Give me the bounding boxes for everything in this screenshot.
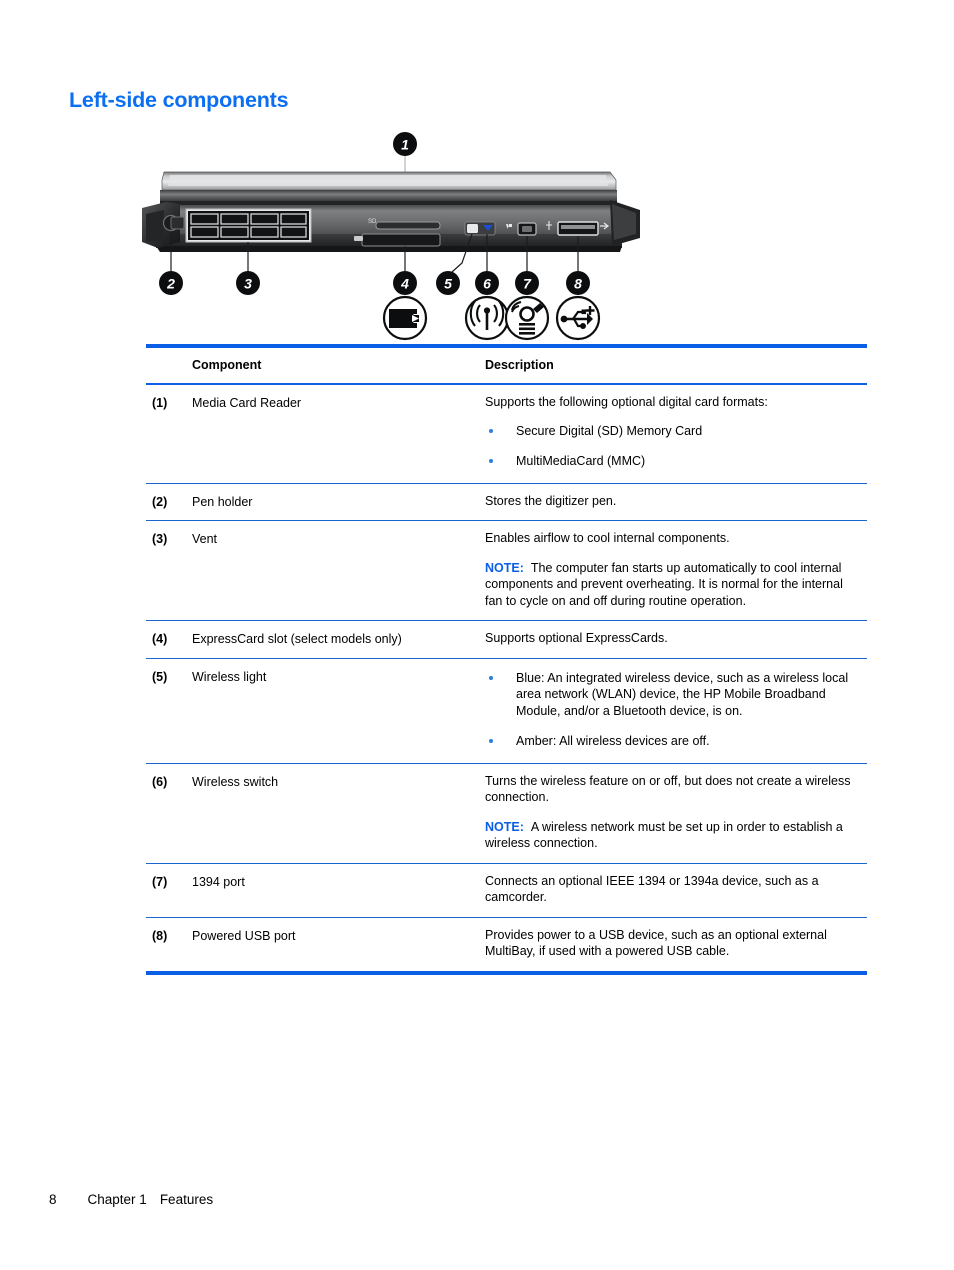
bullet-icon xyxy=(489,675,493,680)
list-item-text: MultiMediaCard (MMC) xyxy=(516,454,646,468)
table-row: (1) Media Card Reader Supports the follo… xyxy=(146,385,867,483)
bullet-icon xyxy=(489,428,493,433)
page-footer: 8 Chapter 1 Features xyxy=(49,1192,213,1207)
row-component-name: Wireless switch xyxy=(192,774,279,789)
desc-lead: Supports the following optional digital … xyxy=(485,395,768,409)
row-component-name: Vent xyxy=(192,532,218,546)
table-row: (5) Wireless light Blue: An integrated w… xyxy=(146,659,867,763)
table-row: (7) 1394 port Connects an optional IEEE … xyxy=(146,864,867,917)
powered-usb-icon xyxy=(555,295,601,341)
list-item: Secure Digital (SD) Memory Card xyxy=(485,423,861,440)
desc-note: NOTE: The computer fan starts up automati… xyxy=(485,560,861,610)
svg-text:5: 5 xyxy=(444,276,452,292)
left-side-components-diagram: SD 1 2 3 4 5 6 7 8 xyxy=(140,130,650,350)
svg-text:7: 7 xyxy=(523,276,532,292)
expresscard-icon xyxy=(382,295,428,341)
list-item-text: Amber: All wireless devices are off. xyxy=(516,734,710,748)
desc-lead: Stores the digitizer pen. xyxy=(485,493,617,508)
callout-1: 1 xyxy=(393,132,417,156)
list-item: MultiMediaCard (MMC) xyxy=(485,453,861,470)
row-number: (2) xyxy=(152,494,168,509)
callout-6: 6 xyxy=(475,271,499,295)
row-component-name: Powered USB port xyxy=(192,928,296,943)
list-item: Blue: An integrated wireless device, suc… xyxy=(485,670,861,720)
desc-note: NOTE: A wireless network must be set up i… xyxy=(485,819,861,852)
table-row: (2) Pen holder Stores the digitizer pen. xyxy=(146,484,867,521)
list-item: Amber: All wireless devices are off. xyxy=(485,733,861,750)
desc-lead: Turns the wireless feature on or off, bu… xyxy=(485,773,851,805)
wireless-light xyxy=(467,224,478,233)
footer-section: Features xyxy=(159,1192,214,1207)
row-component-name: Media Card Reader xyxy=(192,396,302,410)
desc-lead: Supports optional ExpressCards. xyxy=(485,631,668,645)
bullet-icon xyxy=(489,459,493,463)
footer-page-number: 8 xyxy=(49,1192,57,1207)
vent-grille xyxy=(185,208,312,243)
document-page: Left-side components SD 1 2 3 4 5 6 7 8 … xyxy=(0,0,954,1270)
row-description: Stores the digitizer pen. xyxy=(484,484,867,521)
row-number: (8) xyxy=(152,928,168,943)
row-description: Turns the wireless feature on or off, bu… xyxy=(484,764,867,863)
row-description: Blue: An integrated wireless device, suc… xyxy=(484,659,867,763)
svg-text:8: 8 xyxy=(574,276,582,292)
row-component-name: Pen holder xyxy=(192,494,253,509)
footer-chapter: Chapter 1 xyxy=(87,1192,147,1207)
expresscard-slot xyxy=(354,233,441,247)
row-component-name: Wireless light xyxy=(192,669,267,684)
table-header-row: Component Description xyxy=(146,348,867,383)
svg-text:4: 4 xyxy=(400,276,409,292)
desc-lead: Enables airflow to cool internal compone… xyxy=(485,531,730,545)
note-text: The computer fan starts up automatically… xyxy=(485,560,843,608)
row-description: Supports the following optional digital … xyxy=(484,385,867,483)
row-description: Provides power to a USB device, such as … xyxy=(484,918,867,971)
desc-lead: Provides power to a USB device, such as … xyxy=(485,927,827,959)
callout-5: 5 xyxy=(436,271,460,295)
row-component-name: ExpressCard slot (select models only) xyxy=(192,632,402,646)
bullet-icon xyxy=(489,739,493,743)
list-item-text: Secure Digital (SD) Memory Card xyxy=(516,423,703,438)
table-row: (3) Vent Enables airflow to cool interna… xyxy=(146,521,867,620)
callout-7: 7 xyxy=(515,271,539,295)
svg-text:SD: SD xyxy=(368,219,377,225)
row-number: (1) xyxy=(152,396,168,410)
row-component-name: 1394 port xyxy=(192,874,245,889)
callout-4: 4 xyxy=(393,271,417,295)
desc-lead: Connects an optional IEEE 1394 or 1394a … xyxy=(485,873,819,905)
table-row: (6) Wireless switch Turns the wireless f… xyxy=(146,764,867,863)
callout-8: 8 xyxy=(566,271,590,295)
laptop-left-side-illustration: SD 1 2 3 4 5 6 7 8 xyxy=(142,132,640,341)
wireless-switch-assembly xyxy=(464,221,496,236)
table-row: (8) Powered USB port Provides power to a… xyxy=(146,918,867,971)
row-number: (3) xyxy=(152,532,168,546)
svg-text:1: 1 xyxy=(401,137,409,153)
components-table: Component Description (1) Media Card Rea… xyxy=(146,344,867,975)
page-title: Left-side components xyxy=(69,88,289,112)
desc-bullet-list: Secure Digital (SD) Memory Card MultiMed… xyxy=(485,423,861,470)
table-bottom-rule xyxy=(146,970,867,975)
row-number: (4) xyxy=(152,632,168,646)
desc-bullet-list: Blue: An integrated wireless device, suc… xyxy=(485,670,861,750)
row-number: (5) xyxy=(152,669,168,684)
header-description: Description xyxy=(485,358,554,372)
row-description: Connects an optional IEEE 1394 or 1394a … xyxy=(484,864,867,917)
1394-port-icon xyxy=(504,295,550,341)
svg-text:3: 3 xyxy=(244,276,252,292)
row-description: Supports optional ExpressCards. xyxy=(484,621,867,658)
header-component: Component xyxy=(192,358,262,372)
callout-3: 3 xyxy=(236,271,260,295)
svg-text:6: 6 xyxy=(483,276,491,292)
note-label: NOTE: xyxy=(485,560,524,575)
note-label: NOTE: xyxy=(485,819,524,834)
wireless-antenna-icon xyxy=(464,295,510,341)
row-number: (6) xyxy=(152,774,168,789)
svg-text:2: 2 xyxy=(166,276,175,292)
note-text: A wireless network must be set up in ord… xyxy=(485,819,843,851)
callout-2: 2 xyxy=(159,271,183,295)
list-item-text: Blue: An integrated wireless device, suc… xyxy=(516,670,849,718)
row-description: Enables airflow to cool internal compone… xyxy=(484,521,867,620)
table-row: (4) ExpressCard slot (select models only… xyxy=(146,621,867,658)
row-number: (7) xyxy=(152,874,168,889)
